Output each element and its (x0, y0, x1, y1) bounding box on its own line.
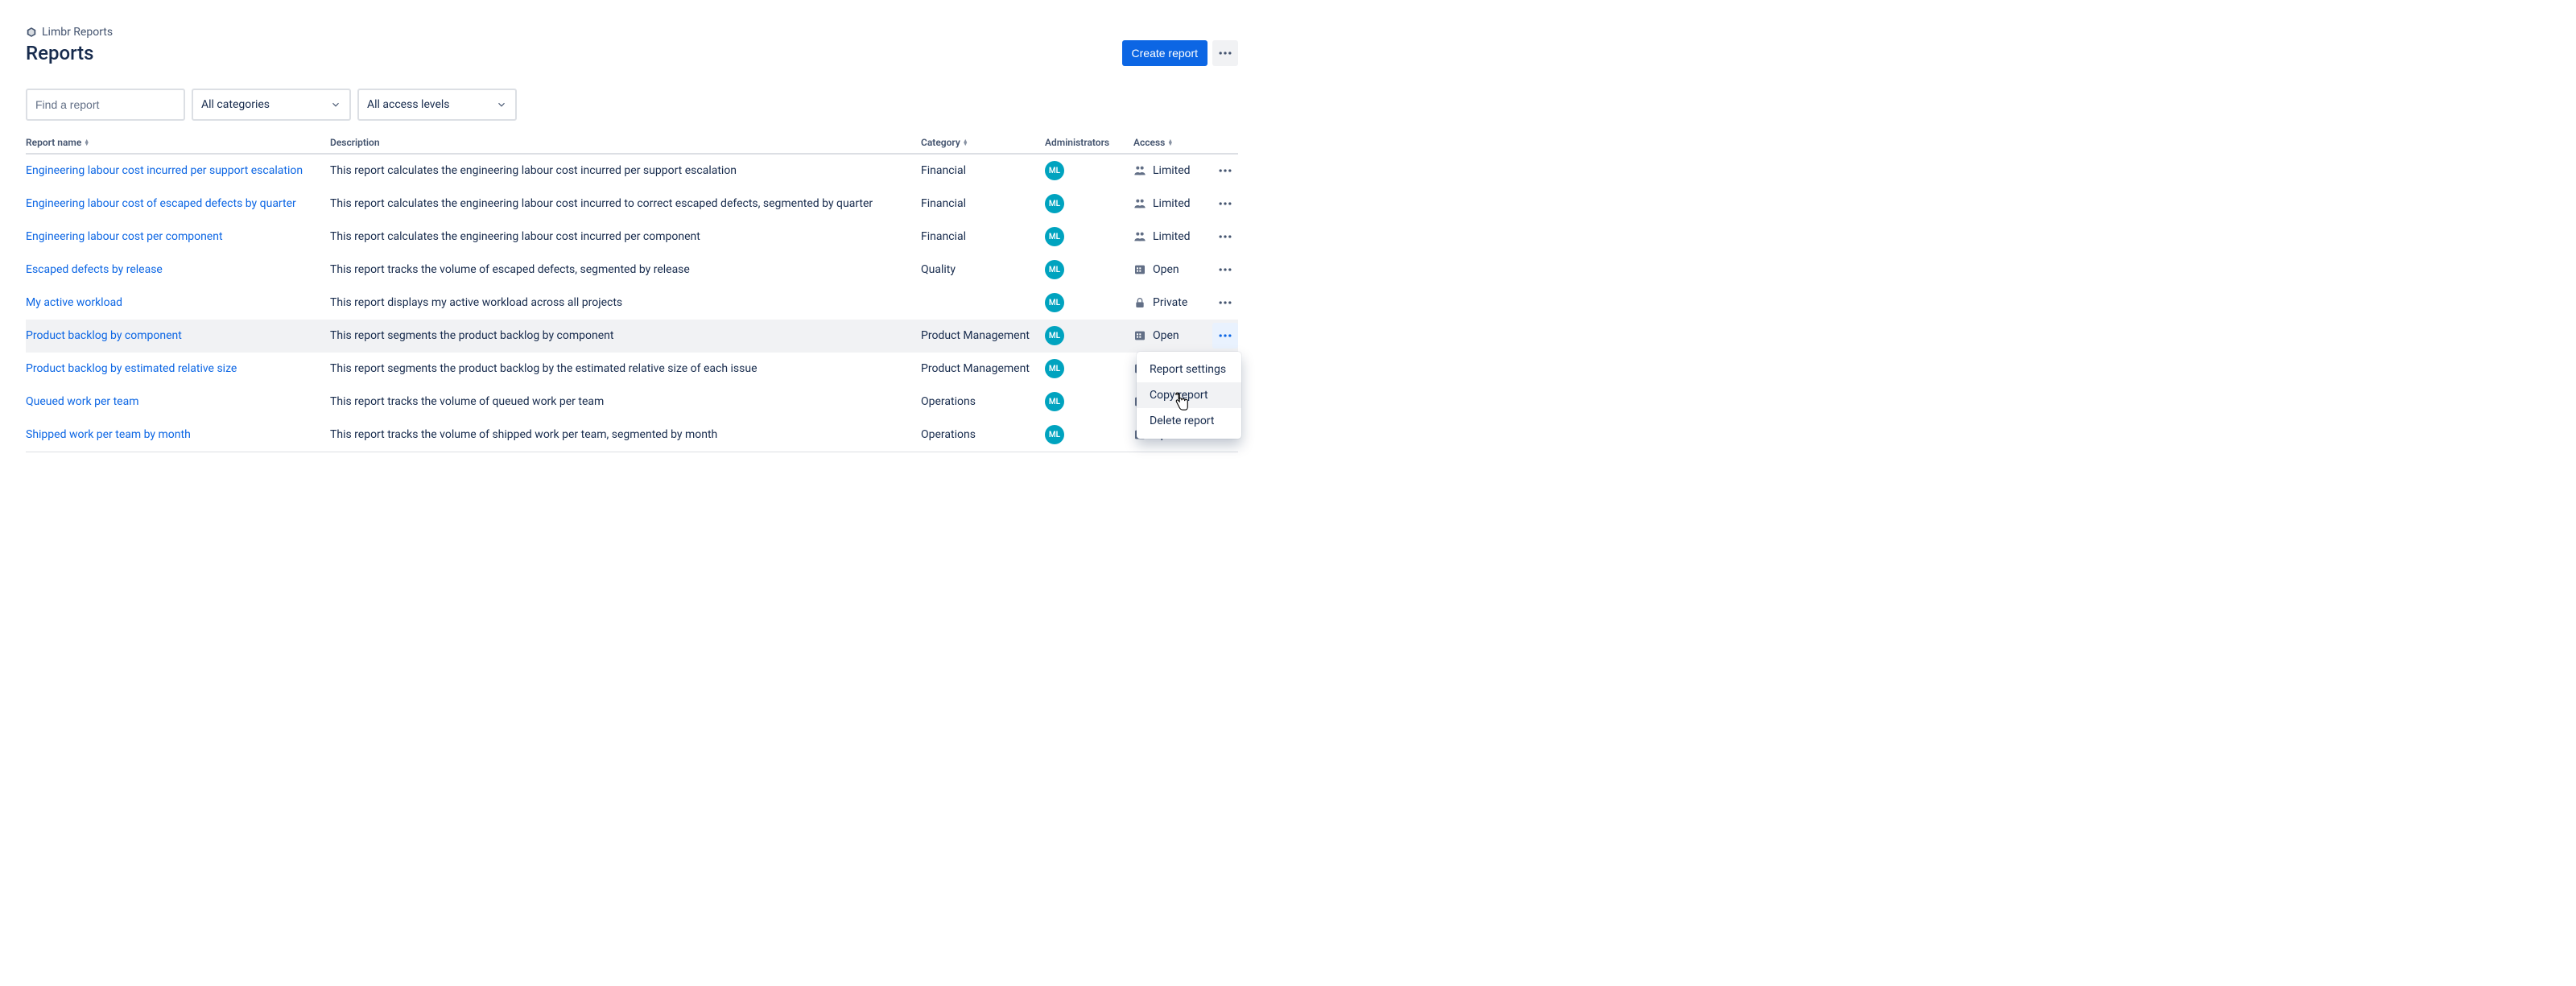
report-description: This report segments the product backlog… (330, 329, 921, 342)
reports-table: Report name▲▼ Description Category▲▼ Adm… (26, 137, 1238, 452)
col-header-name[interactable]: Report name▲▼ (26, 137, 330, 148)
table-row: Product backlog by component This report … (26, 320, 1238, 353)
row-actions-menu: Report settingsCopy reportDelete report (1137, 352, 1241, 439)
report-name-link[interactable]: Queued work per team (26, 395, 139, 408)
report-name-link[interactable]: Product backlog by component (26, 329, 182, 342)
access-filter-label: All access levels (367, 98, 450, 111)
report-name-link[interactable]: Engineering labour cost incurred per sup… (26, 164, 303, 177)
access-cell: Limited (1133, 197, 1212, 210)
ellipsis-icon (1217, 229, 1233, 245)
access-icon (1133, 197, 1146, 210)
table-row: Escaped defects by release This report tr… (26, 254, 1238, 287)
access-icon (1133, 329, 1146, 342)
table-row: Product backlog by estimated relative si… (26, 353, 1238, 386)
admin-avatar[interactable]: ML (1045, 425, 1064, 444)
report-category: Financial (921, 197, 1045, 210)
row-actions-button[interactable] (1212, 191, 1238, 217)
chevron-down-icon (496, 99, 507, 110)
report-name-link[interactable]: Engineering labour cost of escaped defec… (26, 197, 296, 210)
table-header: Report name▲▼ Description Category▲▼ Adm… (26, 137, 1238, 155)
create-report-button[interactable]: Create report (1122, 40, 1208, 66)
table-row: Queued work per team This report tracks t… (26, 386, 1238, 419)
admin-avatar[interactable]: ML (1045, 194, 1064, 213)
search-input[interactable] (34, 97, 183, 112)
access-cell: Limited (1133, 164, 1212, 177)
report-name-link[interactable]: My active workload (26, 296, 122, 309)
chevron-down-icon (330, 99, 341, 110)
row-actions-button[interactable] (1212, 158, 1238, 184)
report-description: This report calculates the engineering l… (330, 164, 921, 177)
report-category: Financial (921, 230, 1045, 243)
col-header-category[interactable]: Category▲▼ (921, 137, 1045, 148)
row-actions-button[interactable] (1212, 257, 1238, 283)
search-input-wrapper[interactable] (26, 89, 185, 121)
report-name-link[interactable]: Engineering labour cost per component (26, 230, 223, 243)
access-icon (1133, 164, 1146, 177)
ellipsis-icon (1217, 262, 1233, 278)
admin-avatar[interactable]: ML (1045, 260, 1064, 279)
breadcrumb-app[interactable]: Limbr Reports (42, 26, 113, 39)
report-name-link[interactable]: Escaped defects by release (26, 263, 163, 276)
report-category: Quality (921, 263, 1045, 276)
ellipsis-icon (1217, 295, 1233, 311)
table-row: Engineering labour cost incurred per sup… (26, 155, 1238, 188)
report-description: This report segments the product backlog… (330, 362, 921, 375)
access-cell: Open (1133, 263, 1212, 276)
app-logo-icon (26, 27, 37, 38)
breadcrumb: Limbr Reports (26, 26, 1238, 39)
page-title: Reports (26, 42, 93, 64)
row-actions-button[interactable] (1212, 290, 1238, 316)
report-description: This report tracks the volume of escaped… (330, 263, 921, 276)
ellipsis-icon (1217, 196, 1233, 212)
col-header-access[interactable]: Access▲▼ (1133, 137, 1212, 148)
table-row: Engineering labour cost of escaped defec… (26, 188, 1238, 221)
access-icon (1133, 230, 1146, 243)
report-description: This report tracks the volume of queued … (330, 395, 921, 408)
menu-item[interactable]: Copy report (1137, 382, 1241, 408)
report-description: This report displays my active workload … (330, 296, 921, 309)
table-row: Shipped work per team by month This repor… (26, 419, 1238, 452)
menu-item[interactable]: Report settings (1137, 357, 1241, 382)
sort-icon: ▲▼ (1167, 139, 1173, 146)
access-cell: Limited (1133, 230, 1212, 243)
access-cell: Private (1133, 296, 1212, 309)
report-category: Operations (921, 428, 1045, 441)
admin-avatar[interactable]: ML (1045, 359, 1064, 378)
col-header-description: Description (330, 137, 921, 148)
ellipsis-icon (1217, 163, 1233, 179)
report-category: Financial (921, 164, 1045, 177)
report-name-link[interactable]: Product backlog by estimated relative si… (26, 362, 237, 375)
category-filter[interactable]: All categories (192, 89, 351, 121)
access-icon (1133, 263, 1146, 276)
access-filter[interactable]: All access levels (357, 89, 517, 121)
sort-icon: ▲▼ (84, 139, 89, 146)
table-row: Engineering labour cost per component Thi… (26, 221, 1238, 254)
admin-avatar[interactable]: ML (1045, 326, 1064, 345)
table-row: My active workload This report displays m… (26, 287, 1238, 320)
report-description: This report tracks the volume of shipped… (330, 428, 921, 441)
access-icon (1133, 296, 1146, 309)
sort-icon: ▲▼ (963, 139, 968, 146)
admin-avatar[interactable]: ML (1045, 392, 1064, 411)
more-actions-button[interactable] (1212, 40, 1238, 66)
category-filter-label: All categories (201, 98, 270, 111)
report-category: Operations (921, 395, 1045, 408)
admin-avatar[interactable]: ML (1045, 293, 1064, 312)
report-description: This report calculates the engineering l… (330, 197, 921, 210)
row-actions-button[interactable] (1212, 224, 1238, 250)
row-actions-button[interactable] (1212, 323, 1238, 349)
report-category: Product Management (921, 362, 1045, 375)
report-description: This report calculates the engineering l… (330, 230, 921, 243)
admin-avatar[interactable]: ML (1045, 161, 1064, 180)
report-name-link[interactable]: Shipped work per team by month (26, 428, 191, 441)
col-header-administrators: Administrators (1045, 137, 1133, 148)
admin-avatar[interactable]: ML (1045, 227, 1064, 246)
access-cell: Open (1133, 329, 1212, 342)
report-category: Product Management (921, 329, 1045, 342)
ellipsis-icon (1217, 328, 1233, 344)
menu-item[interactable]: Delete report (1137, 408, 1241, 434)
ellipsis-icon (1217, 45, 1233, 61)
